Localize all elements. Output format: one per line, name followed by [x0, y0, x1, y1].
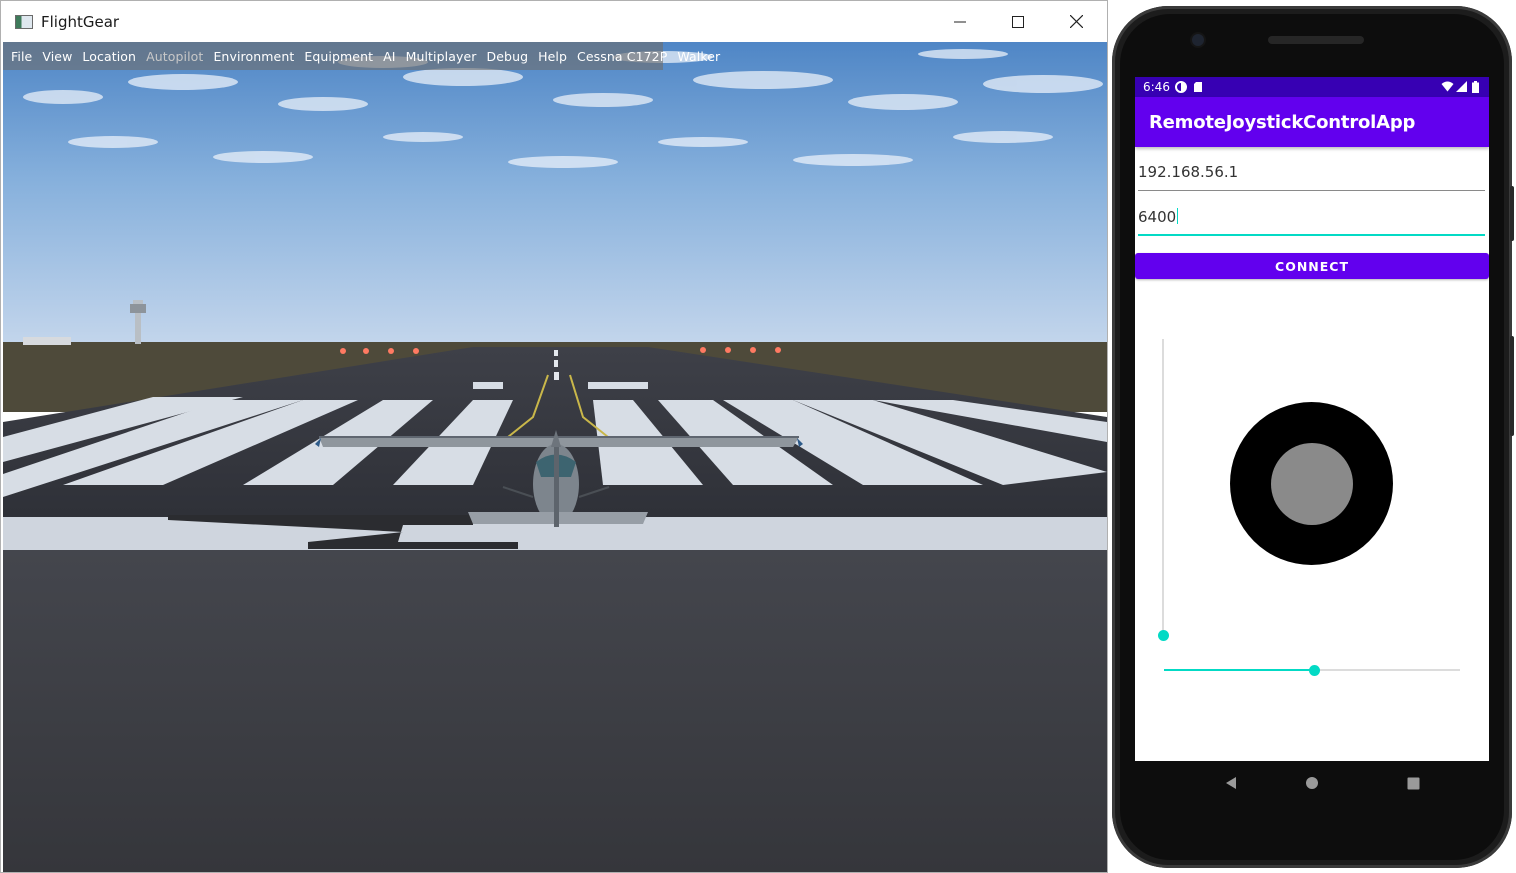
flightgear-menubar: File View Location Autopilot Environment Equi… — [3, 42, 720, 70]
flightgear-3d-viewport[interactable]: File View Location Autopilot Environment Equi… — [3, 42, 1107, 872]
menu-item-environment[interactable]: Environment — [208, 49, 299, 64]
close-button[interactable] — [1047, 1, 1105, 42]
minimize-icon — [954, 21, 966, 22]
menu-item-ai[interactable]: AI — [378, 49, 400, 64]
menu-item-autopilot[interactable]: Autopilot — [141, 49, 208, 64]
signal-icon — [1456, 81, 1467, 92]
menu-item-walker[interactable]: Walker — [672, 49, 725, 64]
menu-item-help[interactable]: Help — [533, 49, 572, 64]
android-phone-frame: 6:46 RemoteJoystickControlApp 192.168.56… — [1112, 6, 1514, 868]
port-field[interactable]: 6400 — [1138, 202, 1485, 236]
app-title: RemoteJoystickControlApp — [1149, 112, 1416, 133]
menu-item-cessna-c172p[interactable]: Cessna C172P — [572, 49, 672, 64]
earpiece-speaker — [1268, 36, 1364, 44]
menu-item-location[interactable]: Location — [77, 49, 141, 64]
sd-card-icon — [1194, 82, 1202, 92]
battery-icon — [1472, 81, 1479, 93]
close-icon — [1069, 15, 1083, 28]
flightgear-app-icon — [15, 15, 33, 29]
throttle-slider-track[interactable] — [1162, 339, 1164, 635]
port-value: 6400 — [1138, 208, 1177, 226]
window-title: FlightGear — [41, 13, 120, 31]
maximize-icon — [1012, 15, 1024, 28]
status-bar: 6:46 — [1135, 77, 1489, 97]
volume-button — [1510, 336, 1514, 436]
menu-item-multiplayer[interactable]: Multiplayer — [401, 49, 482, 64]
ip-address-field[interactable]: 192.168.56.1 — [1138, 157, 1485, 191]
menu-item-equipment[interactable]: Equipment — [299, 49, 378, 64]
menu-item-file[interactable]: File — [6, 49, 37, 64]
data-saver-icon — [1175, 81, 1187, 93]
runway-number-marking — [473, 382, 503, 389]
power-button — [1510, 186, 1514, 241]
android-nav-bar — [1135, 761, 1489, 805]
rudder-slider-thumb[interactable] — [1309, 665, 1321, 676]
rudder-slider-fill — [1164, 669, 1315, 671]
home-button[interactable] — [1300, 771, 1324, 795]
window-titlebar[interactable]: FlightGear — [1, 1, 1107, 42]
flightgear-window: FlightGear File View Location Autopilot … — [0, 0, 1108, 873]
menu-item-view[interactable]: View — [37, 49, 77, 64]
hangar — [23, 337, 71, 345]
menu-item-debug[interactable]: Debug — [482, 49, 534, 64]
back-icon — [1226, 777, 1236, 789]
home-icon — [1306, 777, 1318, 789]
apron — [3, 550, 1107, 872]
runway-scene — [3, 42, 1107, 872]
maximize-button[interactable] — [989, 1, 1047, 42]
connect-button[interactable]: CONNECT — [1135, 253, 1489, 279]
minimize-button[interactable] — [931, 1, 989, 42]
wifi-icon — [1441, 81, 1454, 92]
ip-address-value: 192.168.56.1 — [1138, 163, 1239, 181]
back-button[interactable] — [1219, 771, 1243, 795]
text-cursor — [1177, 208, 1179, 224]
phone-screen: 6:46 RemoteJoystickControlApp 192.168.56… — [1135, 77, 1489, 761]
recents-button[interactable] — [1401, 771, 1425, 795]
recents-icon — [1407, 777, 1419, 789]
app-bar: RemoteJoystickControlApp — [1135, 97, 1489, 147]
front-camera — [1192, 34, 1204, 46]
throttle-slider-thumb[interactable] — [1158, 630, 1169, 641]
status-time: 6:46 — [1143, 80, 1170, 94]
joystick-knob[interactable] — [1271, 443, 1353, 525]
